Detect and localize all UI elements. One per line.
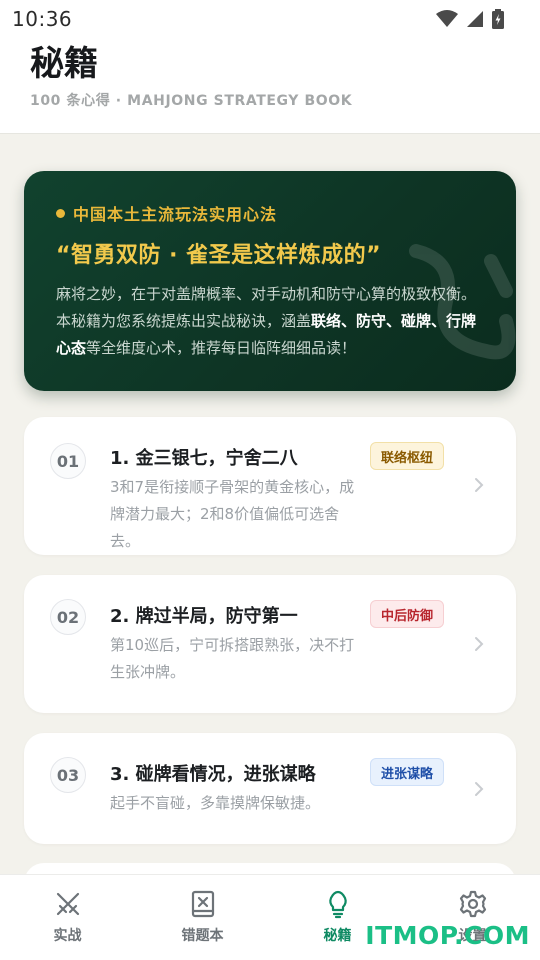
- app-screen: 10:36 秘籍 100 条心得 · MAHJONG STRATEGY BOOK: [0, 0, 540, 960]
- hero-dot-icon: [56, 208, 65, 218]
- strategy-card[interactable]: 01 1. 金三银七，宁舍二八 联络枢纽 3和7是衔接顺子骨架的黄金核心，成牌潜…: [24, 417, 516, 555]
- nav-item-mistakes[interactable]: 错题本: [135, 875, 270, 960]
- watermark-text: ITMOP.COM: [365, 921, 530, 950]
- chevron-right-icon: [475, 637, 484, 651]
- hero-eyebrow-text: 中国本土主流玩法实用心法: [73, 205, 278, 224]
- lightbulb-icon: [328, 890, 347, 919]
- battery-icon: [492, 9, 504, 29]
- chevron-right-icon: [475, 478, 484, 492]
- strategy-tag: 中后防御: [369, 600, 444, 628]
- chevron-right-icon: [475, 782, 484, 796]
- strategy-card[interactable]: 02 2. 牌过半局，防守第一 中后防御 第10巡后，宁可拆搭跟熟张，决不打生张…: [24, 575, 516, 713]
- nav-label: 错题本: [181, 928, 224, 944]
- gear-icon: [459, 890, 486, 918]
- strategy-tag: 进张谋略: [369, 758, 444, 786]
- hero-body: 麻将之妙，在于对盖牌概率、对手动机和防守心算的极致权衡。本秘籍为您系统提炼出实战…: [56, 281, 488, 362]
- status-icons: [436, 9, 504, 29]
- strategy-description: 第10巡后，宁可拆搭跟熟张，决不打生张冲牌。: [110, 636, 355, 681]
- strategy-title: 3. 碰牌看情况，进张谋略: [110, 764, 316, 785]
- strategy-title: 2. 牌过半局，防守第一: [110, 606, 298, 627]
- wifi-icon: [436, 10, 458, 27]
- strategy-number: 01: [50, 443, 86, 479]
- nav-label: 秘籍: [323, 928, 352, 944]
- hero-card: 中国本土主流玩法实用心法 “智勇双防 · 雀圣是这样炼成的” 麻将之妙，在于对盖…: [24, 171, 516, 391]
- nav-item-combat[interactable]: 实战: [0, 875, 135, 960]
- strategy-number: 02: [50, 599, 86, 635]
- page-subtitle: 100 条心得 · MAHJONG STRATEGY BOOK: [30, 93, 353, 109]
- status-time: 10:36: [12, 7, 73, 31]
- hero-body-text: 等全维度心术，推荐每日临阵细细品读！: [86, 339, 357, 357]
- strategy-card[interactable]: 03 3. 碰牌看情况，进张谋略 进张谋略 起手不盲碰，多靠摸牌保敏捷。: [24, 733, 516, 844]
- strategy-tag: 联络枢纽: [369, 442, 444, 470]
- strategy-description: 起手不盲碰，多靠摸牌保敏捷。: [110, 794, 321, 812]
- status-bar: 10:36: [0, 0, 540, 38]
- strategy-description: 3和7是衔接顺子骨架的黄金核心，成牌潜力最大；2和8价值偏低可选舍去。: [110, 478, 355, 550]
- signal-icon: [467, 11, 483, 27]
- strategy-number: 03: [50, 757, 86, 793]
- crossed-swords-icon: [56, 892, 79, 916]
- page-header: 秘籍 100 条心得 · MAHJONG STRATEGY BOOK: [0, 38, 540, 134]
- hero-eyebrow: 中国本土主流玩法实用心法: [56, 201, 488, 225]
- page-title: 秘籍: [30, 44, 98, 84]
- nav-label: 实战: [53, 928, 82, 944]
- strategy-title: 1. 金三银七，宁舍二八: [110, 448, 298, 469]
- notebook-x-icon: [191, 890, 214, 918]
